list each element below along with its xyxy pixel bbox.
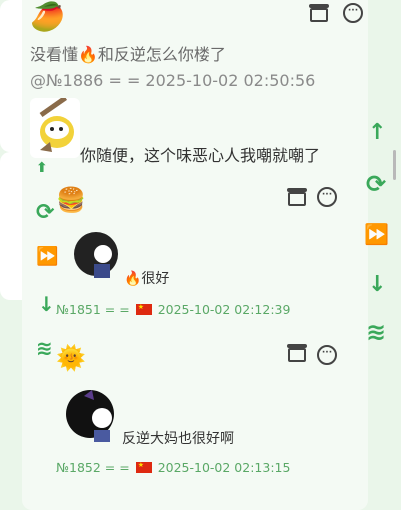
scroll-down-button[interactable]: ↓ bbox=[368, 272, 386, 297]
scroll-top-button[interactable]: ↑ bbox=[368, 120, 386, 145]
reply-meta: №1852 = = 2025-10-02 02:13:15 bbox=[56, 460, 290, 475]
commenter-avatar[interactable] bbox=[30, 98, 80, 158]
refresh-button[interactable]: ⟳ bbox=[366, 170, 386, 198]
scrollbar[interactable] bbox=[393, 150, 396, 180]
arrow-up-icon[interactable]: ⬆ bbox=[36, 160, 48, 176]
chat-icon[interactable]: ··· bbox=[316, 186, 338, 208]
post-meta: @№1886 = = 2025-10-02 02:50:56 bbox=[30, 71, 316, 90]
reply-avatar[interactable] bbox=[70, 228, 122, 282]
arrow-down-icon[interactable]: ↓ bbox=[38, 292, 55, 316]
reply-text: 🔥很好 bbox=[124, 271, 170, 287]
reply-id: №1852 = = bbox=[56, 460, 130, 475]
reply-time: 2025-10-02 02:12:39 bbox=[157, 302, 291, 317]
reply-text: 反逆大妈也很好啊 bbox=[122, 431, 234, 447]
chat-icon[interactable]: ··· bbox=[316, 344, 338, 366]
reply-time: 2025-10-02 02:13:15 bbox=[157, 460, 291, 475]
reply-meta: №1851 = = 2025-10-02 02:12:39 bbox=[56, 302, 290, 317]
gift-icon[interactable] bbox=[308, 4, 330, 26]
post-text: 没看懂🔥和反逆怎么你楼了 bbox=[30, 45, 226, 64]
mango-icon: 🥭 bbox=[30, 0, 65, 33]
fast-forward-button[interactable]: ⏩ bbox=[364, 222, 389, 246]
reply-avatar[interactable] bbox=[64, 388, 120, 444]
refresh-icon[interactable]: ⟳ bbox=[36, 200, 54, 225]
chat-icon[interactable]: ··· bbox=[342, 2, 364, 24]
sun-icon: 🌞 bbox=[56, 344, 86, 372]
layers-icon[interactable]: ≋ bbox=[36, 336, 53, 360]
layers-button[interactable]: ≋ bbox=[366, 318, 386, 346]
gift-icon[interactable] bbox=[286, 188, 308, 210]
comment-text: 你随便，这个味恶心人我嘲就嘲了 bbox=[80, 146, 321, 165]
cn-flag-icon bbox=[135, 461, 152, 473]
cn-flag-icon bbox=[135, 303, 152, 315]
reply-id: №1851 = = bbox=[56, 302, 130, 317]
gift-icon[interactable] bbox=[286, 344, 308, 366]
fast-forward-icon[interactable]: ⏩ bbox=[36, 246, 58, 267]
burger-icon: 🍔 bbox=[56, 186, 86, 214]
